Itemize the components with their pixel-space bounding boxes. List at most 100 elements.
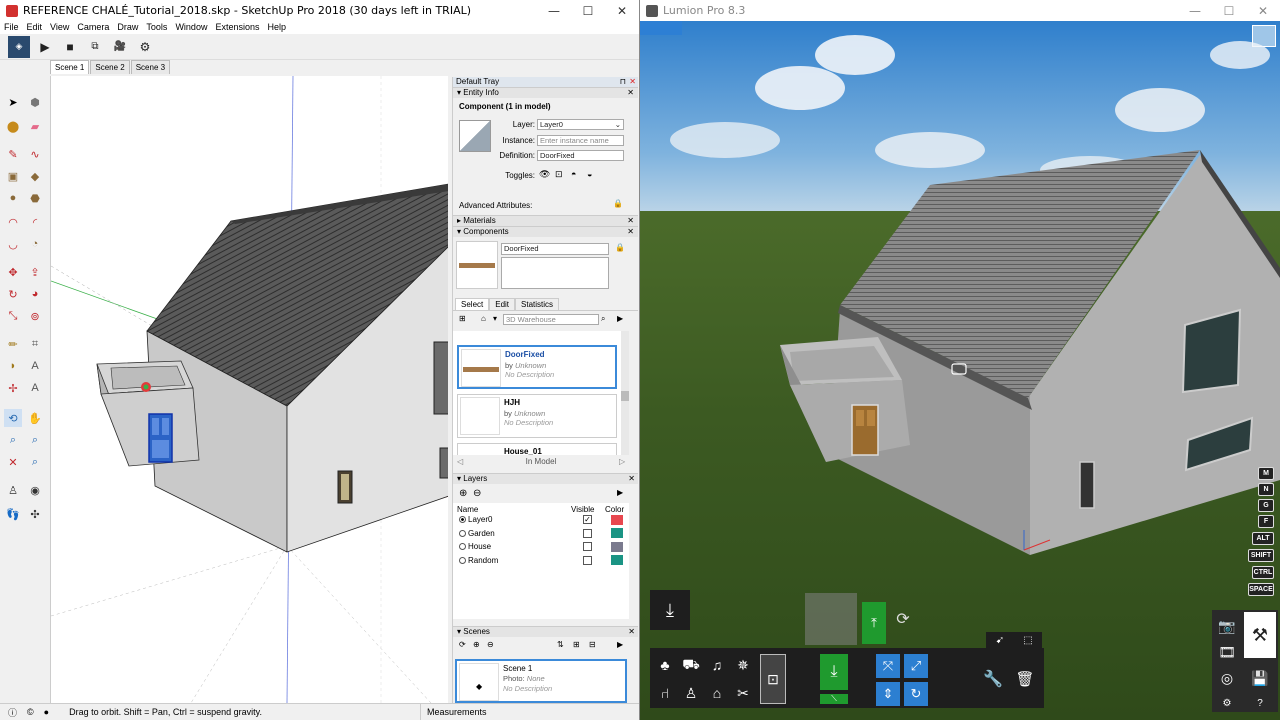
rectangle-icon[interactable]: ▣ xyxy=(4,167,22,185)
menu-edit[interactable]: Edit xyxy=(23,21,47,34)
menu-extensions[interactable]: Extensions xyxy=(211,21,263,34)
layers-details-icon[interactable]: ▶ xyxy=(617,488,623,497)
line-pencil-icon[interactable]: ✎ xyxy=(4,145,22,163)
menu-view[interactable]: View xyxy=(46,21,73,34)
layer-active-radio[interactable] xyxy=(459,543,466,550)
in-model-forward-icon[interactable]: ▷ xyxy=(619,457,625,466)
move-icon[interactable]: ✥ xyxy=(4,263,22,281)
in-model-back-icon[interactable]: ◁ xyxy=(457,457,463,466)
entity-info-close-icon[interactable]: ✕ xyxy=(627,88,634,98)
delete-layer-icon[interactable]: ⊖ xyxy=(473,488,481,499)
details-arrow-icon[interactable]: ▶ xyxy=(617,314,623,323)
rotate-icon[interactable]: ↻ xyxy=(4,285,22,303)
component-description-field[interactable] xyxy=(501,257,609,289)
rotate-object-icon[interactable]: ↻ xyxy=(904,682,928,706)
navigation-dropdown-icon[interactable]: ▾ xyxy=(493,314,497,323)
layer-select[interactable]: Layer0 ⌄ xyxy=(537,119,624,130)
build-mode-button[interactable]: ⚒ xyxy=(1244,612,1276,658)
component-name-field[interactable]: DoorFixed xyxy=(501,243,609,255)
zoom-window-icon[interactable]: ⌕ xyxy=(26,431,44,449)
arc-3pt-icon[interactable]: ◡ xyxy=(4,235,22,253)
entity-info-header[interactable]: ▾ Entity Info ✕ xyxy=(453,87,638,98)
component-item-house01[interactable]: House_01 xyxy=(457,443,617,455)
toggle-receive-shadows-icon[interactable]: ◓ xyxy=(571,169,576,179)
height-object-icon[interactable]: ⇕ xyxy=(876,682,900,706)
select-cursor-button[interactable]: ➹ xyxy=(986,632,1014,648)
arc-icon[interactable]: ◠ xyxy=(4,213,22,231)
freehand-icon[interactable]: ∿ xyxy=(26,145,44,163)
menu-help[interactable]: Help xyxy=(263,21,290,34)
scenes-close-icon[interactable]: ✕ xyxy=(628,627,635,637)
layer-active-radio[interactable] xyxy=(459,529,466,537)
zoom-extents-icon[interactable]: ✕ xyxy=(4,453,22,471)
layer-row[interactable]: Layer0 ✓ xyxy=(459,514,629,525)
zoom-icon[interactable]: ⌕ xyxy=(4,431,22,449)
tab-select[interactable]: Select xyxy=(455,298,490,310)
component-lock-icon[interactable]: 🔒 xyxy=(615,243,625,252)
settings-gear-icon[interactable]: ⚙ xyxy=(1214,696,1240,710)
imported-models-icon[interactable]: ⊡ xyxy=(760,654,786,704)
axes-icon[interactable]: ✢ xyxy=(4,379,22,397)
toggle-locked-icon[interactable]: ⊡ xyxy=(555,169,563,180)
layer-color-swatch[interactable] xyxy=(611,541,623,552)
delete-trash-icon[interactable]: 🗑 xyxy=(1014,666,1036,692)
make-component-icon[interactable]: ⬢ xyxy=(26,93,44,111)
definition-input[interactable]: DoorFixed xyxy=(537,150,624,161)
materials-header[interactable]: ▸ Materials ✕ xyxy=(453,215,638,226)
scale-icon[interactable]: ⤡ xyxy=(4,307,22,325)
tab-edit[interactable]: Edit xyxy=(489,298,516,310)
scene-tab-1[interactable]: Scene 1 xyxy=(50,60,90,74)
follow-me-icon[interactable]: ◕ xyxy=(26,285,44,303)
warehouse-search-input[interactable]: 3D Warehouse xyxy=(503,314,599,325)
people-figure-icon[interactable]: ♙ xyxy=(680,682,702,704)
stop-icon[interactable]: ■ xyxy=(60,37,80,57)
view-options-icon[interactable]: ⊞ xyxy=(459,314,466,323)
move-scene-up-icon[interactable]: ⇅ xyxy=(557,640,564,649)
move-object-icon[interactable]: ⤧ xyxy=(876,654,900,678)
menu-file[interactable]: File xyxy=(0,21,23,34)
polygon-icon[interactable]: ⬣ xyxy=(26,189,44,207)
menu-tools[interactable]: Tools xyxy=(142,21,171,34)
special-objects-icon[interactable]: ✂ xyxy=(732,682,754,704)
arc-2pt-icon[interactable]: ◜ xyxy=(26,213,44,231)
pan-hand-icon[interactable]: ✋ xyxy=(26,409,44,427)
component-item-doorfixed[interactable]: DoorFixed by Unknown No Description xyxy=(457,345,617,389)
menu-draw[interactable]: Draw xyxy=(113,21,142,34)
tray-pin-icon[interactable]: ⊓ xyxy=(620,77,626,87)
tray-close-icon[interactable]: ✕ xyxy=(629,77,636,87)
scene-details-icon[interactable]: ▶ xyxy=(617,640,623,649)
toggle-visible-eye-icon[interactable]: 👁 xyxy=(539,169,550,180)
nature-tree-icon[interactable]: ♣ xyxy=(654,654,676,676)
instance-name-input[interactable]: Enter instance name xyxy=(537,135,624,146)
effects-star-icon[interactable]: ✵ xyxy=(732,654,754,676)
scene-thumbnails-icon[interactable]: ⊟ xyxy=(589,640,596,649)
layer-visible-checkbox[interactable] xyxy=(583,542,592,551)
scene-tab-2[interactable]: Scene 2 xyxy=(90,60,130,74)
scene-view-options-icon[interactable]: ⊞ xyxy=(573,640,580,649)
refresh-model-icon[interactable]: ⟳ xyxy=(892,606,914,632)
text-icon[interactable]: A xyxy=(26,357,44,375)
indoor-chair-icon[interactable]: ⑁ xyxy=(654,682,676,704)
scenes-header[interactable]: ▾ Scenes ✕ xyxy=(453,626,638,637)
look-around-icon[interactable]: ◉ xyxy=(26,481,44,499)
measurements-box[interactable]: Measurements xyxy=(420,704,639,720)
components-scrollbar[interactable] xyxy=(621,331,629,455)
livesync-logo-icon[interactable]: ◈ xyxy=(8,35,30,58)
settings-gear-icon[interactable]: ⚙ xyxy=(135,37,155,57)
walk-icon[interactable]: 👣 xyxy=(4,505,22,523)
play-icon[interactable]: ▶ xyxy=(35,37,55,57)
sketchup-viewport[interactable] xyxy=(50,76,448,703)
layer-color-swatch[interactable] xyxy=(611,528,623,538)
components-header[interactable]: ▾ Components ✕ xyxy=(453,226,638,237)
tape-measure-icon[interactable]: ✏ xyxy=(4,335,22,353)
section-plane-icon[interactable]: ✣ xyxy=(26,505,44,523)
scale-object-icon[interactable]: ⤢ xyxy=(904,654,928,678)
tab-statistics[interactable]: Statistics xyxy=(515,298,560,310)
circle-icon[interactable]: ● xyxy=(4,189,22,207)
delete-scene-icon[interactable]: ⊖ xyxy=(487,640,494,649)
status-info-icon[interactable]: ⓘ xyxy=(8,706,17,719)
scene-tab-3[interactable]: Scene 3 xyxy=(130,60,171,74)
sync-camera-icon[interactable]: ⧉ xyxy=(85,37,105,57)
photo-mode-camera-icon[interactable]: 📷 xyxy=(1214,614,1240,638)
paint-bucket-icon[interactable]: ⬤ xyxy=(4,117,22,135)
